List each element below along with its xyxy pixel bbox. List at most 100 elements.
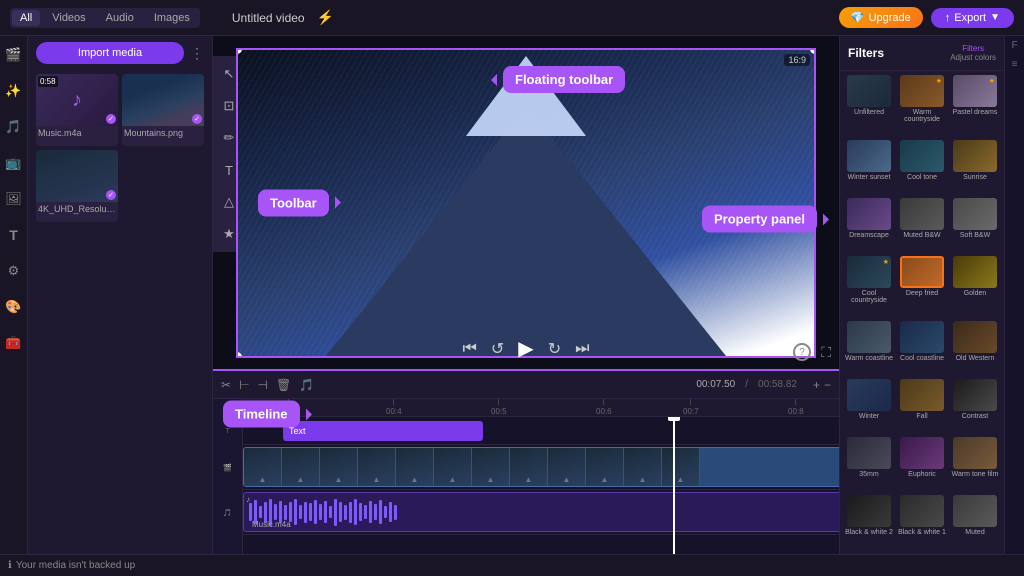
fullscreen-button[interactable]: ⛶: [821, 344, 831, 361]
filter-item-euphoric[interactable]: Euphoric: [897, 437, 947, 492]
ib-filters-icon[interactable]: F: [1011, 40, 1017, 51]
tl-trim-icon[interactable]: ⊢: [239, 378, 249, 392]
sidebar-item-music-sfx[interactable]: 🎵: [3, 116, 25, 138]
status-backup-icon: ℹ: [8, 560, 12, 571]
filter-item-cool-tone[interactable]: Cool tone: [897, 140, 947, 195]
filter-label-soft-bw: Soft B&W: [960, 232, 990, 239]
filter-item-old-western[interactable]: Old Western: [950, 321, 1000, 376]
fast-forward-icon[interactable]: ↻: [548, 339, 561, 359]
skip-to-start-icon[interactable]: ⏮: [462, 340, 476, 358]
audio-waveform: [244, 493, 839, 531]
wave-bar: [374, 504, 377, 521]
filter-item-bw1[interactable]: Black & white 1: [897, 495, 947, 550]
resize-handle-bl[interactable]: [236, 352, 242, 358]
filter-thumb-contrast: [953, 379, 997, 411]
sidebar-item-stock-video[interactable]: 📺: [3, 152, 25, 174]
audio-clip-label: Music.m4a: [252, 520, 291, 529]
media-panel-menu-icon[interactable]: ⋮: [190, 45, 204, 62]
export-button[interactable]: ↑ Export ▼: [931, 8, 1014, 28]
filter-item-muted[interactable]: Muted: [950, 495, 1000, 550]
status-bar: ℹ Your media isn't backed up: [0, 554, 1024, 576]
filter-item-muted-bw[interactable]: Muted B&W: [897, 198, 947, 253]
top-bar: All Videos Audio Images Untitled video ⚡…: [0, 0, 1024, 36]
sidebar-item-your-media[interactable]: 🎬: [3, 44, 25, 66]
sidebar-item-graphics[interactable]: ⚙: [3, 260, 25, 282]
filter-item-cool-coastline[interactable]: Cool coastline: [897, 321, 947, 376]
upgrade-button[interactable]: 💎 Upgrade: [839, 7, 923, 28]
track-label-audio: 🎵: [213, 490, 242, 535]
timeline-zoom-out[interactable]: +: [813, 378, 820, 392]
playhead-handle[interactable]: [668, 417, 680, 421]
sidebar-item-record-create[interactable]: ✨: [3, 80, 25, 102]
filter-item-soft-bw[interactable]: Soft B&W: [950, 198, 1000, 253]
skip-to-end-icon[interactable]: ⏭: [575, 340, 589, 358]
text-clip[interactable]: Text: [283, 421, 483, 441]
ruler-mark-line: [393, 399, 394, 405]
wave-bar: [314, 500, 317, 524]
filter-label-warm-tone: Warm tone film: [952, 471, 999, 478]
filter-label-contrast: Contrast: [962, 413, 988, 420]
audio-clip[interactable]: ♪ Music.m4a: [243, 492, 839, 532]
tab-videos[interactable]: Videos: [44, 10, 93, 26]
resize-handle-tr[interactable]: [810, 48, 816, 54]
media-label-mountain: Mountains.png: [122, 126, 204, 140]
wave-bar: [294, 499, 297, 525]
import-media-button[interactable]: Import media: [36, 42, 184, 64]
tl-split-icon[interactable]: ⊣: [258, 378, 268, 392]
rewind-icon[interactable]: ↺: [491, 339, 504, 359]
timeline-zoom-controls: + −: [813, 378, 831, 392]
media-item-mountains[interactable]: ✓ Mountains.png: [122, 74, 204, 146]
ruler-mark-label-5: 00:5: [491, 407, 507, 416]
media-item-music[interactable]: ♪ 0:58 ✓ Music.m4a: [36, 74, 118, 146]
play-button[interactable]: ▶: [518, 336, 533, 361]
timeline-annotation: Timeline: [223, 401, 300, 428]
filter-item-sunrise[interactable]: Sunrise: [950, 140, 1000, 195]
help-button[interactable]: ?: [793, 343, 811, 361]
filter-item-35mm[interactable]: 35mm: [844, 437, 894, 492]
filter-item-dreamscape[interactable]: Dreamscape: [844, 198, 894, 253]
ib-adjust-icon[interactable]: ≡: [1012, 59, 1018, 70]
filter-item-pastel[interactable]: ★ Pastel dreams: [950, 75, 1000, 137]
filter-item-fall[interactable]: Fall: [897, 379, 947, 434]
filter-item-warm-countryside[interactable]: ★ Warm countryside: [897, 75, 947, 137]
filter-thumb-unfiltered: [847, 75, 891, 107]
filter-item-bw2[interactable]: Black & white 2: [844, 495, 894, 550]
filter-item-winter[interactable]: Winter: [844, 379, 894, 434]
tl-delete-icon[interactable]: 🗑: [276, 378, 291, 392]
sidebar-item-text[interactable]: T: [3, 224, 25, 246]
filter-item-cool-countryside[interactable]: ★ Cool countryside: [844, 256, 894, 318]
wave-bar: [379, 500, 382, 524]
sidebar-item-stock-images[interactable]: 🖼: [3, 188, 25, 210]
center-area: ↖ ⊡ ✏ T △ ★ 16:9 Floating toolbar Toolba…: [213, 36, 839, 554]
filter-item-winter-sunset[interactable]: Winter sunset: [844, 140, 894, 195]
media-thumb-music-preview: ♪ 0:58 ✓: [36, 74, 118, 126]
filter-thumb-euphoric: [900, 437, 944, 469]
tab-images[interactable]: Images: [146, 10, 198, 26]
filter-item-contrast[interactable]: Contrast: [950, 379, 1000, 434]
resize-handle-tl[interactable]: [236, 48, 242, 54]
sidebar-item-transitions[interactable]: 🎨: [3, 296, 25, 318]
adjust-colors-tab[interactable]: Adjust colors: [950, 53, 996, 62]
filter-item-warm-tone[interactable]: Warm tone film: [950, 437, 1000, 492]
tab-all[interactable]: All: [12, 10, 40, 26]
tab-audio[interactable]: Audio: [98, 10, 142, 26]
filter-item-golden[interactable]: Golden: [950, 256, 1000, 318]
filter-thumb-old-western: [953, 321, 997, 353]
timeline-zoom-in[interactable]: −: [824, 378, 831, 392]
video-clip[interactable]: 4K_UHD_Resolution_SnowCap_Stars_3x2.png: [243, 447, 839, 487]
filter-item-unfiltered[interactable]: Unfiltered: [844, 75, 894, 137]
property-panel-annotation: Property panel: [702, 206, 817, 233]
filter-item-warm-coastline[interactable]: Warm coastline: [844, 321, 894, 376]
filters-tab-active[interactable]: Filters: [962, 44, 984, 53]
icons-bar: F ≡: [1004, 36, 1024, 554]
sidebar-item-brand-kit[interactable]: 🧰: [3, 332, 25, 354]
timeline-area: ✂ ⊢ ⊣ 🗑 🎵 00:07.50 / 00:58.82 + − T 🎬: [213, 369, 839, 554]
wave-bar: [369, 501, 372, 524]
wave-bar: [364, 505, 367, 519]
filter-item-deep-fried[interactable]: Deep fried: [897, 256, 947, 318]
tl-scissors-icon[interactable]: ✂: [221, 378, 231, 392]
playhead[interactable]: [673, 417, 675, 554]
filter-thumb-pastel: ★: [953, 75, 997, 107]
media-item-uhd[interactable]: ✓ 4K_UHD_Resolutio...: [36, 150, 118, 222]
tl-audio-icon[interactable]: 🎵: [299, 378, 314, 392]
